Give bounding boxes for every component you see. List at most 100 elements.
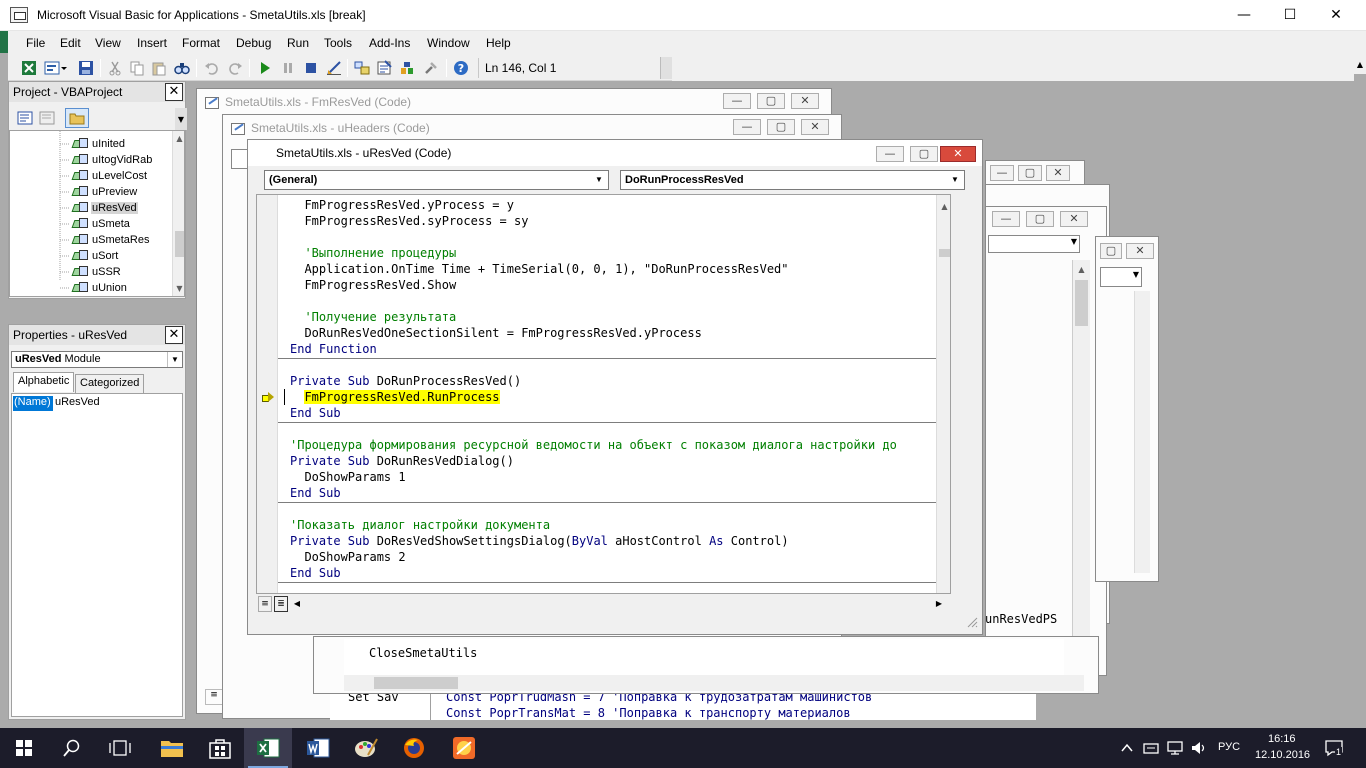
tree-item-usort[interactable]: uSort (72, 249, 119, 265)
undo-icon[interactable] (204, 60, 220, 76)
menu-view[interactable]: View (95, 36, 121, 50)
search-button[interactable] (48, 728, 96, 768)
maximize-button[interactable]: ▢ (1018, 165, 1042, 181)
clock-date[interactable]: 12.10.2016 (1255, 749, 1310, 761)
tree-item-upreview[interactable]: uPreview (72, 185, 138, 201)
task-view-button[interactable] (96, 728, 144, 768)
maximize-button[interactable]: ☐ (1267, 0, 1313, 31)
menu-debug[interactable]: Debug (236, 36, 271, 50)
chevron-down-icon[interactable]: ▼ (1071, 237, 1077, 246)
maximize-button[interactable]: ▢ (757, 93, 785, 109)
menu-file[interactable]: File (26, 36, 45, 50)
reset-icon[interactable] (303, 60, 319, 76)
code-vertical-scrollbar[interactable]: ▲ ▼ (936, 195, 951, 594)
scroll-thumb[interactable] (1075, 280, 1088, 326)
start-button[interactable] (0, 728, 48, 768)
minimize-button[interactable]: — (733, 119, 761, 135)
minimize-button[interactable]: — (876, 146, 904, 162)
title-bar[interactable]: Microsoft Visual Basic for Applications … (0, 0, 1366, 31)
paste-icon[interactable] (151, 60, 167, 76)
procedure-combo[interactable]: DoRunProcessResVed ▼ (620, 170, 965, 190)
redo-icon[interactable] (227, 60, 243, 76)
close-button[interactable]: ✕ (801, 119, 829, 135)
maximize-button[interactable]: ▢ (767, 119, 795, 135)
full-module-view-icon[interactable]: ≣ (274, 596, 288, 612)
menu-tools[interactable]: Tools (324, 36, 352, 50)
close-button[interactable]: ✕ (940, 146, 976, 162)
run-icon[interactable] (257, 60, 273, 76)
input-language-indicator[interactable]: РУС (1218, 741, 1240, 753)
close-button[interactable]: ✕ (1046, 165, 1070, 181)
code-margin[interactable] (257, 195, 278, 593)
combo-partial[interactable]: ▼ (988, 235, 1080, 253)
pane-toolbar-chevron-icon[interactable]: ▼ (175, 108, 187, 130)
toggle-folders-button[interactable] (65, 108, 89, 128)
close-button[interactable]: ✕ (791, 93, 819, 109)
properties-icon[interactable] (376, 60, 392, 76)
scroll-left-icon[interactable]: ◀ (290, 596, 304, 612)
scroll-down-icon[interactable]: ▼ (937, 593, 951, 594)
tree-item-ussr[interactable]: uSSR (72, 265, 122, 281)
chevron-down-icon[interactable]: ▼ (947, 172, 963, 188)
scroll-up-icon[interactable]: ▲ (937, 199, 950, 214)
break-icon[interactable] (280, 60, 296, 76)
tree-item-uinited[interactable]: uInited (72, 137, 126, 153)
menu-help[interactable]: Help (486, 36, 511, 50)
insert-dropdown-chevron-icon[interactable] (60, 60, 68, 76)
network-icon[interactable] (1166, 740, 1184, 756)
project-tree-scrollbar[interactable]: ▲ ▼ (172, 131, 184, 296)
maximize-button[interactable]: ▢ (1100, 243, 1122, 259)
view-object-icon[interactable] (39, 110, 55, 126)
procedure-view-icon[interactable]: ≡ (258, 596, 272, 612)
stacked-code-window-4[interactable]: ▢ ✕ ▼ (1095, 236, 1159, 582)
chevron-down-icon[interactable]: ▼ (1133, 270, 1139, 279)
minimize-button[interactable]: — (992, 211, 1020, 227)
close-button[interactable]: ✕ (1060, 211, 1088, 227)
chevron-down-icon[interactable]: ▼ (167, 352, 182, 367)
minimize-button[interactable]: — (990, 165, 1014, 181)
maximize-button[interactable]: ▢ (1026, 211, 1054, 227)
insert-module-icon[interactable] (44, 60, 60, 76)
properties-pane-close-button[interactable]: ✕ (165, 326, 183, 344)
taskbar-file-explorer[interactable] (148, 728, 196, 768)
code-editor[interactable]: FmProgressResVed.yProcess = y FmProgress… (256, 194, 951, 594)
tree-item-usmetares[interactable]: uSmetaRes (72, 233, 150, 249)
scroll-up-icon[interactable]: ▲ (1354, 56, 1366, 74)
project-explorer-icon[interactable] (354, 60, 370, 76)
tab-categorized[interactable]: Categorized (75, 374, 145, 393)
save-icon[interactable] (78, 60, 94, 76)
menu-insert[interactable]: Insert (137, 36, 167, 50)
menu-add-ins[interactable]: Add-Ins (369, 36, 410, 50)
close-button[interactable]: ✕ (1126, 243, 1154, 259)
toolbar-options-handle[interactable] (660, 57, 672, 79)
menu-window[interactable]: Window (427, 36, 470, 50)
chevron-down-icon[interactable]: ▼ (591, 172, 607, 188)
action-center-button[interactable]: 1 (1322, 738, 1346, 758)
tree-item-ulevelcost[interactable]: uLevelCost (72, 169, 148, 185)
project-pane-close-button[interactable]: ✕ (165, 83, 183, 101)
view-code-icon[interactable] (17, 110, 33, 126)
object-combo[interactable]: (General) ▼ (264, 170, 609, 190)
show-hidden-icons-chevron-icon[interactable] (1120, 742, 1134, 754)
horizontal-scrollbar[interactable] (344, 675, 1084, 691)
taskbar-store[interactable] (196, 728, 244, 768)
maximize-button[interactable]: ▢ (910, 146, 938, 162)
cut-icon[interactable] (107, 60, 123, 76)
procedure-view-icon[interactable]: ≡ (205, 689, 223, 705)
scrollbar[interactable] (1134, 291, 1150, 573)
menu-run[interactable]: Run (287, 36, 309, 50)
copy-icon[interactable] (129, 60, 145, 76)
design-mode-icon[interactable] (326, 60, 342, 76)
scroll-thumb[interactable] (175, 231, 184, 257)
taskbar-firefox[interactable] (390, 728, 438, 768)
view-excel-icon[interactable] (21, 60, 37, 76)
scroll-up-icon[interactable]: ▲ (173, 131, 184, 146)
minimize-button[interactable]: — (1221, 0, 1267, 31)
minimize-button[interactable]: — (723, 93, 751, 109)
code-window-partial[interactable]: CloseSmetaUtils (313, 636, 1099, 694)
find-icon[interactable] (174, 60, 190, 76)
code-area-partial[interactable]: CloseSmetaUtils (344, 639, 1064, 675)
tree-item-usmeta[interactable]: uSmeta (72, 217, 131, 233)
object-selector[interactable]: uResVed Module ▼ (11, 351, 183, 368)
scroll-thumb[interactable] (939, 249, 950, 257)
